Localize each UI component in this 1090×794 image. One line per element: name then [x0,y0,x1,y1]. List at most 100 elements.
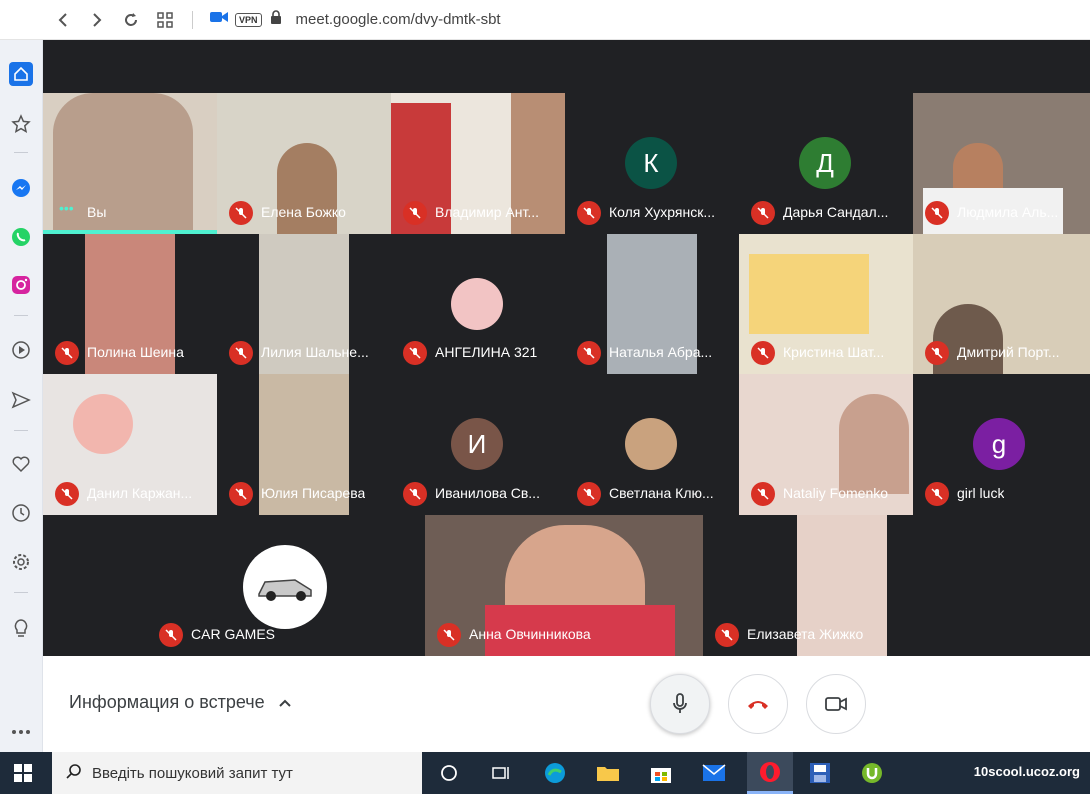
star-icon[interactable] [9,112,33,136]
participant-name: Данил Каржан... [87,485,193,501]
chevron-up-icon [278,692,292,712]
video-feed [749,254,869,334]
mail-icon[interactable] [699,758,729,788]
participant-tile[interactable]: АНГЕЛИНА 321 [391,234,565,374]
taskbar-search[interactable]: Введіть пошуковий запит тут [52,752,422,794]
participant-name: Nataliy Fomenko [783,485,889,501]
meet-video-grid: ••• Вы Елена Божко Владимир Ант... К Кол… [43,40,1090,656]
camera-indicator-icon[interactable] [209,10,229,29]
mic-icon [673,693,687,713]
avatar [625,418,677,470]
back-icon[interactable] [46,3,80,37]
utorrent-icon[interactable] [857,758,887,788]
avatar: И [451,418,503,470]
participant-tile[interactable]: Данил Каржан... [43,374,217,515]
more-icon[interactable] [9,720,33,744]
participant-tile[interactable]: Елизавета Жижко [703,515,981,656]
participant-tile[interactable]: Юлия Писарева [217,374,391,515]
speaking-dots-icon: ••• [59,200,74,216]
participant-tile[interactable]: Людмила Аль... [913,93,1090,234]
opera-icon[interactable] [747,752,793,794]
video-feed [53,93,193,234]
participant-name: Дмитрий Порт... [957,344,1060,360]
send-icon[interactable] [9,388,33,412]
participant-tile[interactable]: Анна Овчинникова [425,515,703,656]
mic-off-icon [229,341,253,365]
settings-icon[interactable] [9,550,33,574]
save-icon[interactable] [805,758,835,788]
participant-name: Вы [87,204,107,220]
participant-name: Людмила Аль... [957,204,1059,220]
task-view-icon[interactable] [486,758,516,788]
participant-tile[interactable]: Кристина Шат... [739,234,913,374]
participant-tile[interactable]: Елена Божко [217,93,391,234]
sidebar-separator [14,152,28,153]
screen: { "browser": { "url": "meet.google.com/d… [0,0,1090,794]
participant-tile[interactable]: Полина Шеина [43,234,217,374]
participant-tile[interactable]: Nataliy Fomenko [739,374,913,515]
mic-off-icon [925,201,949,225]
mic-off-icon [159,623,183,647]
camera-button[interactable] [806,674,866,734]
mic-off-icon [751,482,775,506]
sidebar-separator [14,430,28,431]
phone-hangup-icon [748,701,768,709]
meeting-info-button[interactable]: Информация о встрече [69,692,292,713]
browser-toolbar: VPN meet.google.com/dvy-dmtk-sbt [0,0,1090,40]
participant-tile[interactable]: Владимир Ант... [391,93,565,234]
tabs-grid-icon[interactable] [148,3,182,37]
participant-tile[interactable]: ••• Вы [43,93,217,234]
vpn-badge[interactable]: VPN [235,12,262,27]
reload-icon[interactable] [114,3,148,37]
participant-tile[interactable]: Д Дарья Сандал... [739,93,913,234]
participant-name: Анна Овчинникова [469,626,591,642]
search-input[interactable]: Введіть пошуковий запит тут [92,765,293,782]
participant-name: АНГЕЛИНА 321 [435,344,538,360]
store-icon[interactable] [646,758,676,788]
instagram-icon[interactable] [9,273,33,297]
participant-name: Кристина Шат... [783,344,885,360]
participant-name: Владимир Ант... [435,204,540,220]
participant-tile[interactable]: CAR GAMES [147,515,425,656]
messenger-icon[interactable] [9,176,33,200]
mic-button[interactable] [650,674,710,734]
avatar: Д [799,137,851,189]
participant-tile[interactable]: К Коля Хухрянск... [565,93,739,234]
mic-off-icon [55,482,79,506]
participant-tile[interactable]: Дмитрий Порт... [913,234,1090,374]
hang-up-button[interactable] [728,674,788,734]
participant-tile[interactable]: g girl luck [913,374,1090,515]
home-icon[interactable] [9,62,33,86]
participant-name: Дарья Сандал... [783,204,889,220]
sidebar-separator [14,315,28,316]
mic-off-icon [577,482,601,506]
heart-icon[interactable] [9,452,33,476]
participant-name: Елена Божко [261,204,346,220]
meeting-info-label: Информация о встрече [69,692,265,712]
edge-icon[interactable] [540,758,570,788]
whatsapp-icon[interactable] [9,225,33,249]
participant-tile[interactable]: И Иванилова Св... [391,374,565,515]
windows-start-icon[interactable] [14,764,32,787]
file-explorer-icon[interactable] [593,758,623,788]
mic-off-icon [403,482,427,506]
mic-off-icon [751,341,775,365]
address-bar[interactable]: meet.google.com/dvy-dmtk-sbt [296,11,501,28]
sidebar-separator [14,592,28,593]
participant-tile[interactable]: Наталья Абра... [565,234,739,374]
avatar: К [625,137,677,189]
cortana-icon[interactable] [434,758,464,788]
lock-icon [270,10,282,29]
participant-name: Елизавета Жижко [747,626,864,642]
participant-name: Полина Шеина [87,344,184,360]
participant-tile[interactable]: Светлана Клю... [565,374,739,515]
bulb-icon[interactable] [9,616,33,640]
participant-name: Юлия Писарева [261,485,366,501]
history-icon[interactable] [9,501,33,525]
forward-icon[interactable] [80,3,114,37]
participant-name: Светлана Клю... [609,485,714,501]
player-icon[interactable] [9,338,33,362]
video-feed [277,143,337,234]
mic-off-icon [403,341,427,365]
participant-tile[interactable]: Лилия Шальне... [217,234,391,374]
